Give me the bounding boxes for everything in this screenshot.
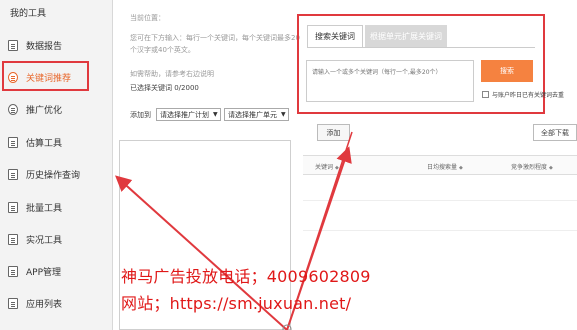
history-icon [8,168,18,180]
column-competition[interactable]: 竞争激烈程度 ◆ [511,162,553,171]
sidebar-item-estimate[interactable]: 估算工具 [8,131,108,153]
column-daily-searches-label: 日均搜索量 [427,164,458,171]
column-daily-searches[interactable]: 日均搜索量 ◆ [427,162,463,171]
watermark-site: 网站；https://sm.juxuan.net/ [121,294,352,313]
selected-count: 已选择关键词 0/2000 [130,84,199,92]
unit-select-value: 请选择推广单元 [228,110,277,119]
sidebar-item-batch[interactable]: 批量工具 [8,196,108,218]
batch-icon [8,201,18,213]
live-icon [8,233,18,245]
sidebar-item-label: APP管理 [26,267,62,278]
list-icon [8,297,18,309]
sidebar-item-label: 推广优化 [26,105,63,116]
sidebar-item-label: 应用列表 [26,299,63,310]
sidebar-item-history[interactable]: 历史操作查询 [8,163,108,185]
tab-divider [307,47,535,48]
hint-line-3: 如需帮助，请参考右边说明 [130,70,214,78]
highlight-box-sidebar [2,61,89,91]
optimize-icon [8,103,18,115]
sidebar-item-label: 数据报告 [26,41,63,52]
add-to-label: 添加到 [130,110,151,119]
sort-icon: ◆ [458,165,463,171]
watermark-phone: 神马广告投放电话；4009602809 [121,267,371,286]
sidebar-item-app[interactable]: APP管理 [8,260,108,282]
estimate-icon [8,136,18,148]
sort-icon: ◆ [548,165,553,171]
keyword-search-panel: 搜索关键词 根据单元扩展关键词 搜索 与账户昨日已有关键词去重 [297,14,564,114]
chevron-down-icon: ▼ [281,111,286,118]
sidebar-title: 我的工具 [10,9,47,19]
sidebar-item-data-report[interactable]: 数据报告 [8,34,108,56]
chevron-down-icon: ▼ [213,111,218,118]
sidebar-item-label: 历史操作查询 [26,170,81,181]
sidebar-item-optimize[interactable]: 推广优化 [8,98,108,120]
tab-search-keyword[interactable]: 搜索关键词 [307,25,363,47]
unit-select[interactable]: 请选择推广单元 ▼ [224,108,289,121]
report-icon [8,39,18,51]
hint-line-1: 您可在下方输入：每行一个关键词，每个关键词最多20 [130,34,300,42]
dedupe-label: 与账户昨日已有关键词去重 [492,92,565,99]
dedupe-option: 与账户昨日已有关键词去重 [482,90,564,99]
sidebar-item-label: 实况工具 [26,235,63,246]
sidebar-item-live[interactable]: 实况工具 [8,228,108,250]
add-to-row: 添加到 请选择推广计划 ▼ 请选择推广单元 ▼ [130,108,289,121]
column-keyword-label: 关键词 [315,164,334,171]
table-divider [303,230,577,231]
app-icon [8,265,18,277]
sidebar-item-label: 估算工具 [26,138,63,149]
hint-line-2: 个汉字或40个英文。 [130,46,195,54]
sidebar: 我的工具 数据报告 关键词推荐 推广优化 估算工具 历史操作查询 批量工具 实况… [0,0,113,330]
search-button[interactable]: 搜索 [481,60,533,82]
table-divider [303,200,577,201]
plan-select[interactable]: 请选择推广计划 ▼ [156,108,221,121]
add-button[interactable]: 添加 [317,124,350,141]
plan-select-value: 请选择推广计划 [160,110,209,119]
download-all-button[interactable]: 全部下载 [533,124,577,141]
results-table-header: 关键词 ◆ 日均搜索量 ◆ 竞争激烈程度 ◆ [303,155,577,175]
dedupe-checkbox[interactable] [482,91,489,98]
sidebar-item-app-list[interactable]: 应用列表 [8,292,108,314]
position-label: 当前位置： [130,14,165,22]
column-keyword[interactable]: 关键词 ◆ [315,162,339,171]
column-competition-label: 竞争激烈程度 [511,164,548,171]
tab-expand-by-unit[interactable]: 根据单元扩展关键词 [365,25,447,47]
keyword-input[interactable] [306,60,474,102]
sort-icon: ◆ [334,165,339,171]
sidebar-item-label: 批量工具 [26,203,63,214]
